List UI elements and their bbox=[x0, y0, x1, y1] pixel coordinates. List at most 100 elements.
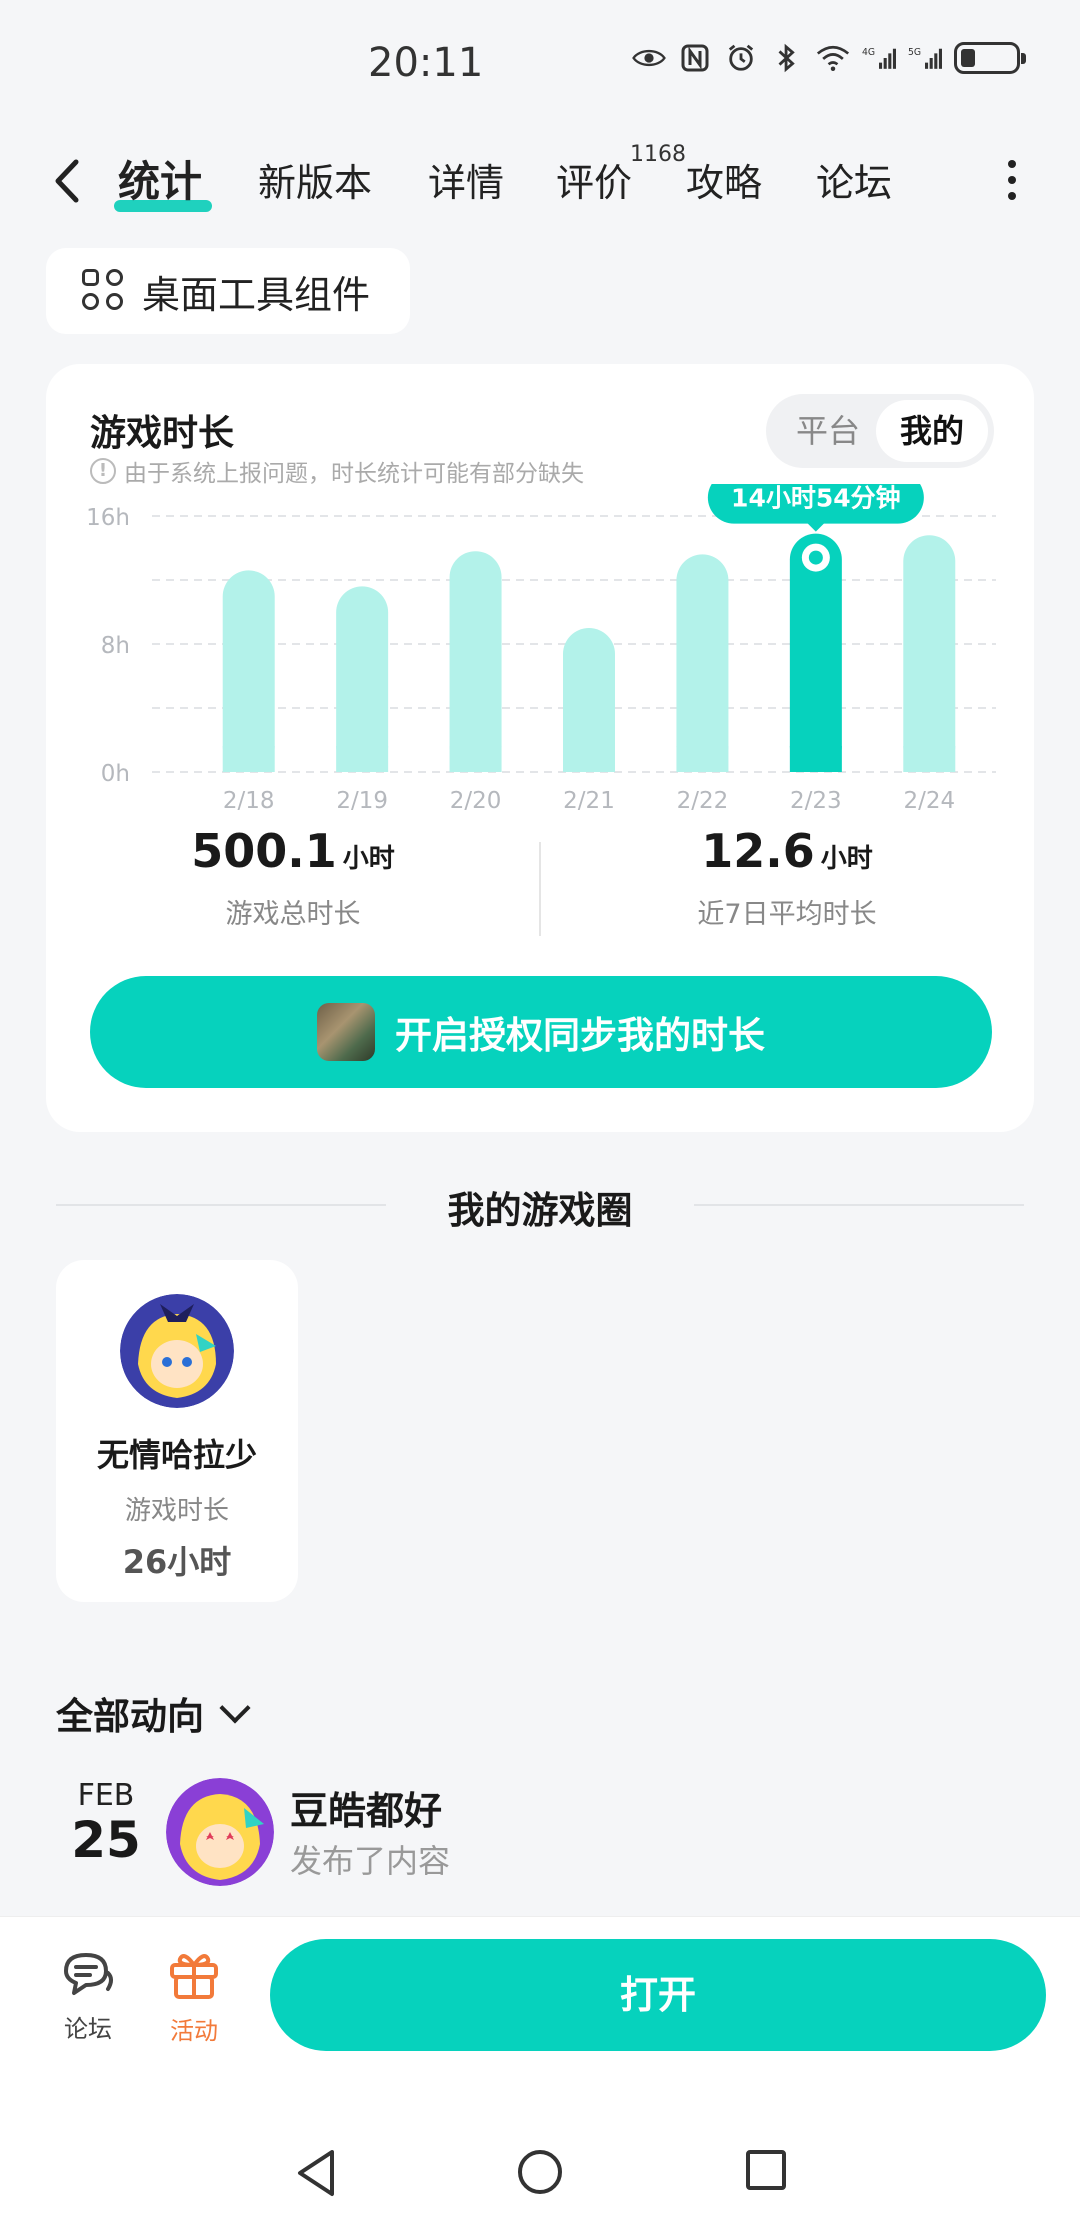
total-time-unit: 小时 bbox=[342, 844, 395, 874]
chart-bar-base bbox=[789, 746, 842, 772]
chart-bar[interactable] bbox=[449, 551, 502, 772]
chart-x-tick-label: 2/21 bbox=[563, 788, 615, 814]
toggle-platform[interactable]: 平台 bbox=[772, 400, 884, 462]
status-icons: 4G 5G bbox=[632, 42, 1026, 74]
feed-username[interactable]: 豆皓都好 bbox=[290, 1780, 442, 1835]
game-time-note-text: 由于系统上报问题，时长统计可能有部分缺失 bbox=[124, 461, 584, 487]
desktop-widget-label: 桌面工具组件 bbox=[142, 272, 371, 317]
tab-stats[interactable]: 统计 bbox=[118, 148, 202, 209]
top-nav: 统计 新版本 详情 评价 1168 攻略 论坛 bbox=[0, 140, 1080, 220]
chart-x-tick-label: 2/18 bbox=[223, 788, 275, 814]
system-back-icon[interactable] bbox=[294, 2148, 338, 2198]
chart-y-ticks: 0h 8h 16h bbox=[86, 505, 130, 787]
chart-bar-base bbox=[449, 746, 502, 772]
divider-right bbox=[694, 1204, 1024, 1206]
sync-authorization-label: 开启授权同步我的时长 bbox=[395, 1014, 765, 1057]
more-options-icon[interactable] bbox=[1006, 160, 1018, 200]
chart-tooltip-pointer bbox=[805, 521, 826, 532]
event-nav-label: 活动 bbox=[170, 2017, 218, 2045]
event-nav-button[interactable]: 活动 bbox=[154, 1949, 234, 2046]
chart-bar[interactable] bbox=[222, 570, 275, 772]
game-circle-title: 我的游戏圈 bbox=[447, 1189, 633, 1232]
desktop-widget-button[interactable]: 桌面工具组件 bbox=[46, 248, 410, 334]
forum-nav-button[interactable]: 论坛 bbox=[48, 1949, 128, 2044]
chart-bar-base bbox=[563, 746, 615, 772]
feed-action-text: 发布了内容 bbox=[290, 1842, 451, 1880]
signal-4g-icon: 4G bbox=[862, 47, 896, 69]
chart-bar[interactable] bbox=[676, 554, 729, 772]
chart-x-tick-label: 2/20 bbox=[450, 788, 502, 814]
chevron-down-icon bbox=[219, 1692, 251, 1724]
friend-avatar bbox=[120, 1294, 234, 1408]
reviews-count-badge: 1168 bbox=[630, 142, 686, 167]
tab-details[interactable]: 详情 bbox=[428, 152, 504, 207]
tab-reviews[interactable]: 评价 bbox=[556, 152, 632, 207]
game-thumbnail bbox=[317, 1003, 375, 1061]
chart-x-tick-label: 2/23 bbox=[790, 788, 842, 814]
chart-y-tick-label: 8h bbox=[101, 633, 130, 659]
forum-nav-label: 论坛 bbox=[64, 2015, 112, 2043]
open-game-button[interactable]: 打开 bbox=[270, 1939, 1046, 2051]
average-time-label: 近7日平均时长 bbox=[697, 899, 877, 930]
chart-x-tick-label: 2/22 bbox=[677, 788, 729, 814]
back-arrow-icon[interactable] bbox=[48, 156, 88, 206]
game-circle-header: 我的游戏圈 bbox=[0, 1180, 1080, 1232]
daily-playtime-chart: 0h 8h 16h 2/18 2/19 2/20 2/21 2/22 2/23 2/24 14小… bbox=[86, 484, 996, 814]
wifi-icon bbox=[816, 45, 850, 71]
total-time-label: 游戏总时长 bbox=[225, 899, 361, 930]
friend-time-value: 26小时 bbox=[122, 1543, 232, 1581]
game-time-title: 游戏时长 bbox=[90, 413, 235, 454]
average-time-stat: 12.6 小时 近7日平均时长 bbox=[540, 824, 1034, 931]
total-time-stat: 500.1 小时 游戏总时长 bbox=[46, 824, 540, 931]
sync-authorization-button[interactable]: 开启授权同步我的时长 bbox=[90, 976, 992, 1088]
chart-bar-base bbox=[676, 746, 729, 772]
system-recents-icon[interactable] bbox=[744, 2148, 788, 2192]
chart-x-ticks: 2/18 2/19 2/20 2/21 2/22 2/23 2/24 bbox=[223, 788, 955, 814]
status-time: 20:11 bbox=[368, 40, 484, 86]
chart-bar[interactable] bbox=[336, 586, 389, 772]
status-bar: 20:11 4G 5G bbox=[0, 0, 1080, 130]
friend-card[interactable]: 无情哈拉少 游戏时长 26小时 bbox=[56, 1260, 298, 1602]
tab-forum[interactable]: 论坛 bbox=[816, 152, 892, 207]
total-time-value: 500.1 bbox=[191, 824, 337, 878]
forum-chat-icon bbox=[64, 1953, 113, 1995]
eye-icon bbox=[632, 49, 666, 67]
average-time-unit: 小时 bbox=[820, 844, 873, 874]
feed-user-avatar[interactable] bbox=[166, 1778, 274, 1886]
game-time-card: 游戏时长 ! 由于系统上报问题，时长统计可能有部分缺失 平台 我的 0h 8h 16… bbox=[46, 364, 1034, 1132]
chart-bar-base bbox=[336, 746, 389, 772]
game-time-stats: 500.1 小时 游戏总时长 12.6 小时 近7日平均时长 bbox=[46, 824, 1034, 964]
bottom-action-bar: 论坛 活动 打开 bbox=[0, 1916, 1080, 2066]
chart-x-tick-label: 2/19 bbox=[336, 788, 388, 814]
friend-name: 无情哈拉少 bbox=[96, 1436, 257, 1474]
signal-5g-icon: 5G bbox=[908, 47, 942, 69]
feed-date: FEB 25 bbox=[56, 1778, 156, 1869]
system-navigation-bar bbox=[0, 2066, 1080, 2228]
chart-bar[interactable] bbox=[903, 535, 956, 772]
svg-text:5G: 5G bbox=[908, 47, 921, 58]
feed-month: FEB bbox=[77, 1778, 135, 1813]
friend-time-label: 游戏时长 bbox=[124, 1496, 229, 1526]
bluetooth-icon bbox=[778, 43, 795, 73]
toggle-mine[interactable]: 我的 bbox=[876, 400, 988, 462]
widget-grid-icon bbox=[82, 269, 126, 313]
battery-icon bbox=[954, 42, 1026, 74]
gift-icon bbox=[170, 1954, 218, 1999]
chart-bar-base bbox=[222, 746, 275, 772]
tab-new-version[interactable]: 新版本 bbox=[258, 152, 372, 207]
chart-tooltip-group: 14小时54分钟 bbox=[707, 484, 924, 532]
chart-tooltip-text: 14小时54分钟 bbox=[731, 484, 901, 513]
activity-filter-dropdown[interactable]: 全部动向 bbox=[56, 1686, 251, 1740]
feed-day: 25 bbox=[71, 1811, 141, 1869]
nfc-icon bbox=[681, 44, 709, 72]
chart-bars bbox=[222, 533, 956, 772]
system-home-icon[interactable] bbox=[516, 2148, 564, 2196]
scope-toggle: 平台 我的 bbox=[766, 394, 994, 468]
alarm-icon bbox=[728, 44, 754, 71]
svg-text:4G: 4G bbox=[862, 47, 875, 58]
info-icon: ! bbox=[90, 458, 116, 484]
chart-highlight-dot bbox=[808, 550, 823, 565]
tab-guides[interactable]: 攻略 bbox=[686, 152, 762, 207]
chart-x-tick-label: 2/24 bbox=[903, 788, 955, 814]
chart-bar-base bbox=[903, 746, 956, 772]
